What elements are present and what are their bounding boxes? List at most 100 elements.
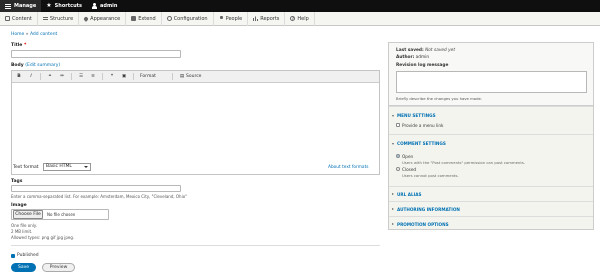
menu-appearance-label: Appearance	[90, 15, 121, 22]
user-icon	[92, 3, 97, 9]
comment-settings-toggle[interactable]: COMMENT SETTINGS	[397, 141, 446, 146]
comments-closed-desc: Users cannot post comments.	[402, 173, 459, 178]
numbered-list-icon[interactable]: ≡	[90, 74, 96, 80]
body-label-text: Body	[11, 63, 24, 68]
save-button[interactable]: Save	[11, 263, 36, 272]
comments-closed-radio[interactable]	[396, 167, 400, 171]
image-help-size: 2 MB limit.	[11, 229, 33, 234]
menu-content-label: Content	[12, 15, 32, 22]
choose-file-button[interactable]: Choose File	[13, 210, 43, 219]
menu-help-label: Help	[297, 15, 309, 22]
author-value: admin	[415, 55, 430, 60]
toolbar-divider	[172, 73, 173, 80]
tags-label: Tags	[11, 179, 23, 184]
italic-icon[interactable]: I	[28, 74, 34, 80]
published-option[interactable]: Published	[11, 253, 39, 258]
url-alias-section: URL ALIAS	[389, 186, 593, 201]
meta-panel: Last saved: Not saved yet Author: admin …	[389, 43, 593, 106]
menu-extend-label: Extend	[138, 15, 156, 22]
collapsed-icon	[392, 223, 394, 225]
user-label: admin	[100, 3, 118, 9]
source-icon: ▤	[179, 74, 185, 79]
tags-input[interactable]	[11, 185, 181, 192]
menu-structure-label: Structure	[49, 15, 74, 22]
about-text-formats-link[interactable]: About text formats	[328, 165, 369, 170]
authoring-toggle[interactable]: AUTHORING INFORMATION	[397, 207, 460, 212]
source-label: Source	[186, 74, 202, 79]
blockquote-icon[interactable]: ❝	[109, 74, 115, 80]
structure-icon	[42, 16, 48, 21]
edit-summary-link[interactable]: (Edit summary)	[25, 63, 60, 68]
breadcrumb-separator: »	[25, 32, 29, 37]
star-icon: ★	[46, 2, 52, 9]
bold-icon[interactable]: B	[16, 74, 22, 80]
author: Author: admin	[396, 55, 429, 60]
menu-extend[interactable]: Extend	[126, 11, 162, 26]
author-label: Author:	[396, 55, 415, 60]
tags-help: Enter a comma-separated list. For exampl…	[11, 194, 187, 199]
image-help-count: One file only.	[11, 223, 37, 228]
title-input[interactable]	[11, 50, 181, 58]
text-format-value: Basic HTML	[46, 164, 72, 169]
breadcrumb-home[interactable]: Home	[11, 32, 24, 37]
collapsed-icon	[392, 193, 394, 195]
collapsed-icon	[392, 208, 394, 210]
manage-tab[interactable]: Manage	[0, 0, 42, 12]
image-help-types: Allowed types: png gif jpg jpeg.	[11, 235, 75, 240]
appearance-icon	[83, 15, 89, 22]
form-divider	[11, 245, 380, 246]
toolbar-top: Manage ★ Shortcuts admin	[0, 0, 600, 12]
published-label: Published	[17, 253, 39, 258]
format-dropdown[interactable]: Format	[140, 74, 166, 79]
menu-people[interactable]: People	[214, 11, 249, 26]
menu-content[interactable]: Content	[0, 11, 38, 26]
menu-configuration[interactable]: Configuration	[162, 11, 214, 26]
content-icon	[5, 16, 10, 21]
toolbar-divider	[71, 73, 72, 80]
user-tab[interactable]: admin	[87, 0, 122, 12]
comments-open-radio[interactable]	[396, 154, 400, 158]
promotion-toggle[interactable]: PROMOTION OPTIONS	[397, 222, 449, 227]
toolbar-divider	[40, 73, 41, 80]
menu-link-checkbox[interactable]	[396, 123, 400, 127]
editor-toolbar: B I ⚭ ⚮ ☰ ≡ ❝ ▣ Format ▤ Source	[12, 71, 379, 83]
menu-settings-section: MENU SETTINGS Provide a menu link	[389, 106, 593, 134]
unlink-icon[interactable]: ⚮	[59, 74, 65, 80]
menu-reports[interactable]: Reports	[248, 11, 286, 26]
revision-log-textarea[interactable]	[396, 71, 587, 93]
image-icon[interactable]: ▣	[121, 74, 127, 80]
menu-configuration-label: Configuration	[173, 15, 208, 22]
menu-appearance[interactable]: Appearance	[79, 11, 127, 26]
revision-help: Briefly describe the changes you have ma…	[396, 96, 483, 101]
breadcrumb: Home » Add content	[11, 32, 57, 37]
extend-icon	[131, 16, 137, 21]
body-editor[interactable]: B I ⚭ ⚮ ☰ ≡ ❝ ▣ Format ▤ Source	[11, 70, 380, 175]
published-checkbox[interactable]	[11, 253, 15, 258]
manage-label: Manage	[14, 3, 37, 9]
menu-help[interactable]: ? Help	[285, 11, 315, 26]
bulleted-list-icon[interactable]: ☰	[78, 74, 84, 80]
revision-label: Revision log message	[396, 63, 449, 68]
comments-open-label: Open	[402, 154, 414, 159]
title-label: Title *	[11, 43, 26, 48]
help-icon: ?	[290, 16, 296, 21]
preview-button[interactable]: Preview	[42, 263, 75, 272]
menu-structure[interactable]: Structure	[38, 11, 80, 26]
link-icon[interactable]: ⚭	[47, 74, 53, 80]
menu-reports-label: Reports	[260, 15, 280, 22]
breadcrumb-current[interactable]: Add content	[30, 32, 57, 37]
text-format-label: Text format	[13, 165, 39, 170]
node-sidebar: Last saved: Not saved yet Author: admin …	[388, 42, 594, 230]
menu-link-label: Provide a menu link	[402, 123, 444, 128]
last-saved-value: Not saved yet	[425, 48, 456, 53]
source-button[interactable]: ▤ Source	[179, 74, 202, 80]
title-label-text: Title	[11, 43, 23, 48]
menu-people-label: People	[225, 15, 243, 22]
expanded-icon	[392, 115, 394, 117]
image-label: Image	[11, 203, 27, 208]
text-format-select[interactable]: Basic HTML	[43, 163, 91, 171]
url-alias-toggle[interactable]: URL ALIAS	[397, 192, 421, 197]
configuration-icon	[166, 16, 172, 21]
menu-settings-toggle[interactable]: MENU SETTINGS	[397, 113, 436, 118]
shortcuts-tab[interactable]: ★ Shortcuts	[41, 0, 87, 12]
